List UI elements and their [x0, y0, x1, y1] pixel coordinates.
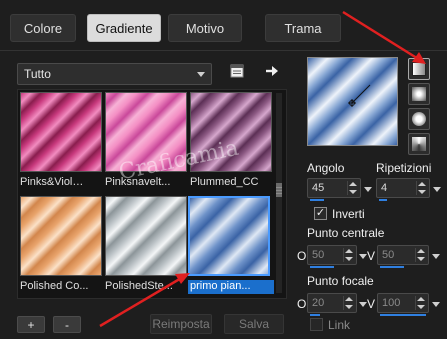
- red-arrow-top: [342, 10, 426, 64]
- annotation-arrows: [99, 10, 426, 328]
- red-arrow-bottom: [99, 273, 190, 328]
